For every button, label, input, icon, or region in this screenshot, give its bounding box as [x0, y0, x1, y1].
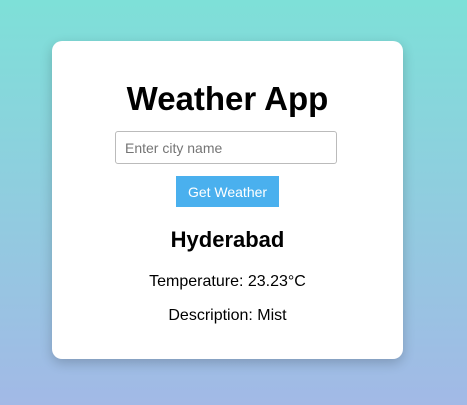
- city-input[interactable]: [115, 131, 337, 164]
- temperature-text: Temperature: 23.23°C: [149, 273, 306, 290]
- weather-card: Weather App Get Weather Hyderabad Temper…: [52, 41, 403, 359]
- city-name: Hyderabad: [170, 227, 285, 252]
- description-text: Description: Mist: [168, 307, 287, 324]
- app-title: Weather App: [126, 80, 329, 117]
- get-weather-button[interactable]: Get Weather: [176, 176, 279, 207]
